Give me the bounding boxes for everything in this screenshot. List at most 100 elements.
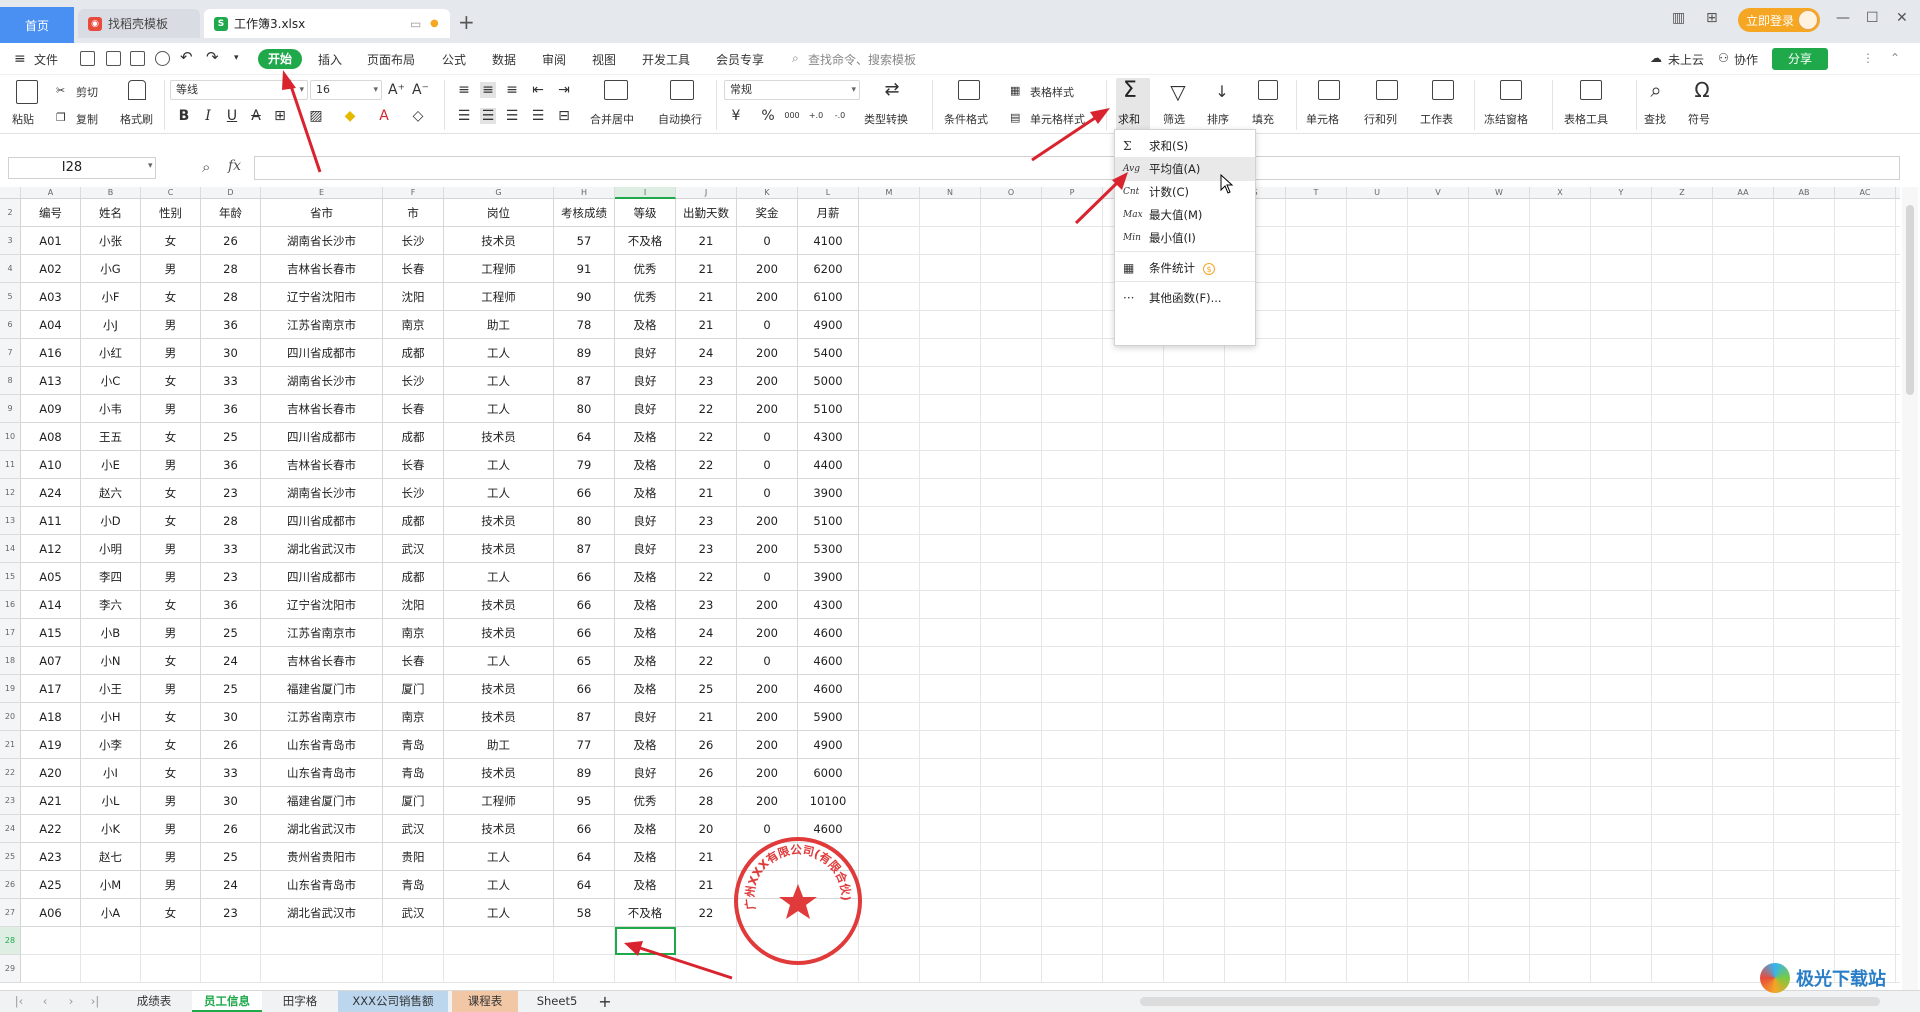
row-header[interactable]: 4 bbox=[0, 255, 21, 283]
table-cell[interactable]: 0 bbox=[737, 479, 798, 507]
table-cell[interactable] bbox=[1652, 927, 1713, 955]
table-cell[interactable] bbox=[1652, 703, 1713, 731]
row-header[interactable]: 12 bbox=[0, 479, 21, 507]
table-cell[interactable]: 吉林省长春市 bbox=[261, 395, 383, 423]
fill-color-icon[interactable]: ◆ bbox=[342, 108, 358, 124]
table-cell[interactable] bbox=[1042, 675, 1103, 703]
table-cell[interactable]: 四川省成都市 bbox=[261, 563, 383, 591]
table-cell[interactable] bbox=[1896, 423, 1900, 451]
table-cell[interactable] bbox=[1103, 535, 1164, 563]
table-cell[interactable]: 技术员 bbox=[444, 423, 554, 451]
table-cell[interactable] bbox=[920, 479, 981, 507]
table-cell[interactable] bbox=[21, 927, 81, 955]
table-cell[interactable] bbox=[1469, 619, 1530, 647]
table-cell[interactable] bbox=[1225, 815, 1286, 843]
conditional-format-icon[interactable] bbox=[958, 80, 980, 100]
table-cell[interactable] bbox=[1347, 423, 1408, 451]
symbol-icon[interactable]: Ω bbox=[1694, 80, 1710, 100]
table-cell[interactable] bbox=[1225, 367, 1286, 395]
table-cell[interactable] bbox=[981, 535, 1042, 563]
command-search-input[interactable]: 查找命令、搜索模板 bbox=[808, 51, 916, 68]
table-cell[interactable]: 良好 bbox=[615, 507, 676, 535]
table-cell[interactable] bbox=[1347, 703, 1408, 731]
table-cell[interactable]: A24 bbox=[21, 479, 81, 507]
table-cell[interactable] bbox=[1225, 535, 1286, 563]
row-header[interactable]: 27 bbox=[0, 899, 21, 927]
table-cell[interactable] bbox=[1530, 563, 1591, 591]
table-cell[interactable] bbox=[1774, 843, 1835, 871]
tab-docer-templates[interactable]: ◉ 找稻壳模板 bbox=[78, 9, 200, 38]
table-cell[interactable] bbox=[1408, 731, 1469, 759]
currency-button[interactable]: ¥ bbox=[728, 108, 744, 124]
table-cell[interactable] bbox=[1835, 311, 1896, 339]
table-cell[interactable] bbox=[1225, 675, 1286, 703]
table-cell[interactable] bbox=[1042, 451, 1103, 479]
table-cell[interactable] bbox=[1530, 843, 1591, 871]
table-cell[interactable] bbox=[1835, 255, 1896, 283]
table-cell[interactable] bbox=[1408, 339, 1469, 367]
table-cell[interactable] bbox=[1469, 451, 1530, 479]
table-cell[interactable]: 91 bbox=[554, 255, 615, 283]
header-cell[interactable]: 姓名 bbox=[81, 199, 141, 227]
table-cell[interactable]: A05 bbox=[21, 563, 81, 591]
copy-icon[interactable]: ❐ bbox=[56, 111, 66, 124]
table-cell[interactable] bbox=[859, 871, 920, 899]
table-cell[interactable]: 山东省青岛市 bbox=[261, 759, 383, 787]
table-cell[interactable] bbox=[1652, 227, 1713, 255]
table-cell[interactable] bbox=[1286, 535, 1347, 563]
table-cell[interactable] bbox=[1835, 675, 1896, 703]
table-cell[interactable] bbox=[1896, 451, 1900, 479]
table-cell[interactable]: 小王 bbox=[81, 675, 141, 703]
table-cell[interactable] bbox=[1652, 255, 1713, 283]
table-cell[interactable]: 四川省成都市 bbox=[261, 339, 383, 367]
table-cell[interactable] bbox=[1286, 563, 1347, 591]
table-cell[interactable] bbox=[1896, 787, 1900, 815]
table-cell[interactable] bbox=[1225, 955, 1286, 983]
table-cell[interactable] bbox=[141, 927, 201, 955]
table-cell[interactable]: 良好 bbox=[615, 395, 676, 423]
table-cell[interactable] bbox=[1408, 955, 1469, 983]
table-cell[interactable] bbox=[859, 227, 920, 255]
prev-sheet-icon[interactable]: ‹ bbox=[38, 991, 52, 1012]
table-cell[interactable] bbox=[1774, 311, 1835, 339]
table-cell[interactable]: 优秀 bbox=[615, 283, 676, 311]
table-cell[interactable] bbox=[1896, 591, 1900, 619]
table-cell[interactable]: 200 bbox=[737, 703, 798, 731]
table-cell[interactable] bbox=[920, 227, 981, 255]
row-header[interactable]: 8 bbox=[0, 367, 21, 395]
copy-button[interactable]: 复制 bbox=[76, 111, 98, 127]
table-cell[interactable]: 男 bbox=[141, 619, 201, 647]
table-cell[interactable] bbox=[1835, 843, 1896, 871]
table-cell[interactable] bbox=[1652, 311, 1713, 339]
table-cell[interactable]: 26 bbox=[201, 227, 261, 255]
table-cell[interactable] bbox=[981, 339, 1042, 367]
table-cell[interactable] bbox=[1042, 255, 1103, 283]
table-cell[interactable] bbox=[859, 311, 920, 339]
table-cell[interactable] bbox=[1286, 871, 1347, 899]
table-cell[interactable] bbox=[1286, 479, 1347, 507]
table-cell[interactable]: 贵州省贵阳市 bbox=[261, 843, 383, 871]
align-center-icon[interactable]: ☰ bbox=[480, 108, 496, 124]
column-header[interactable]: N bbox=[920, 187, 981, 199]
table-cell[interactable]: 200 bbox=[737, 619, 798, 647]
table-cell[interactable] bbox=[1408, 815, 1469, 843]
table-cell[interactable]: 男 bbox=[141, 451, 201, 479]
table-cell[interactable] bbox=[920, 899, 981, 927]
table-cell[interactable]: 长春 bbox=[383, 451, 444, 479]
table-cell[interactable]: 90 bbox=[554, 283, 615, 311]
table-cell[interactable]: 23 bbox=[201, 899, 261, 927]
column-header[interactable]: J bbox=[676, 187, 737, 199]
table-cell[interactable]: 21 bbox=[676, 311, 737, 339]
table-cell[interactable] bbox=[1408, 619, 1469, 647]
table-tools-icon[interactable] bbox=[1580, 80, 1602, 100]
table-cell[interactable]: 64 bbox=[554, 843, 615, 871]
merge-center-icon[interactable] bbox=[604, 80, 628, 100]
table-cell[interactable]: 男 bbox=[141, 395, 201, 423]
table-cell[interactable] bbox=[1652, 647, 1713, 675]
table-cell[interactable] bbox=[1774, 787, 1835, 815]
menu-item-conditional-stats[interactable]: ▦ 条件统计 $ bbox=[1115, 256, 1255, 280]
table-cell[interactable] bbox=[1652, 535, 1713, 563]
table-cell[interactable]: 技术员 bbox=[444, 227, 554, 255]
table-cell[interactable]: 湖北省武汉市 bbox=[261, 535, 383, 563]
table-cell[interactable]: 28 bbox=[201, 507, 261, 535]
